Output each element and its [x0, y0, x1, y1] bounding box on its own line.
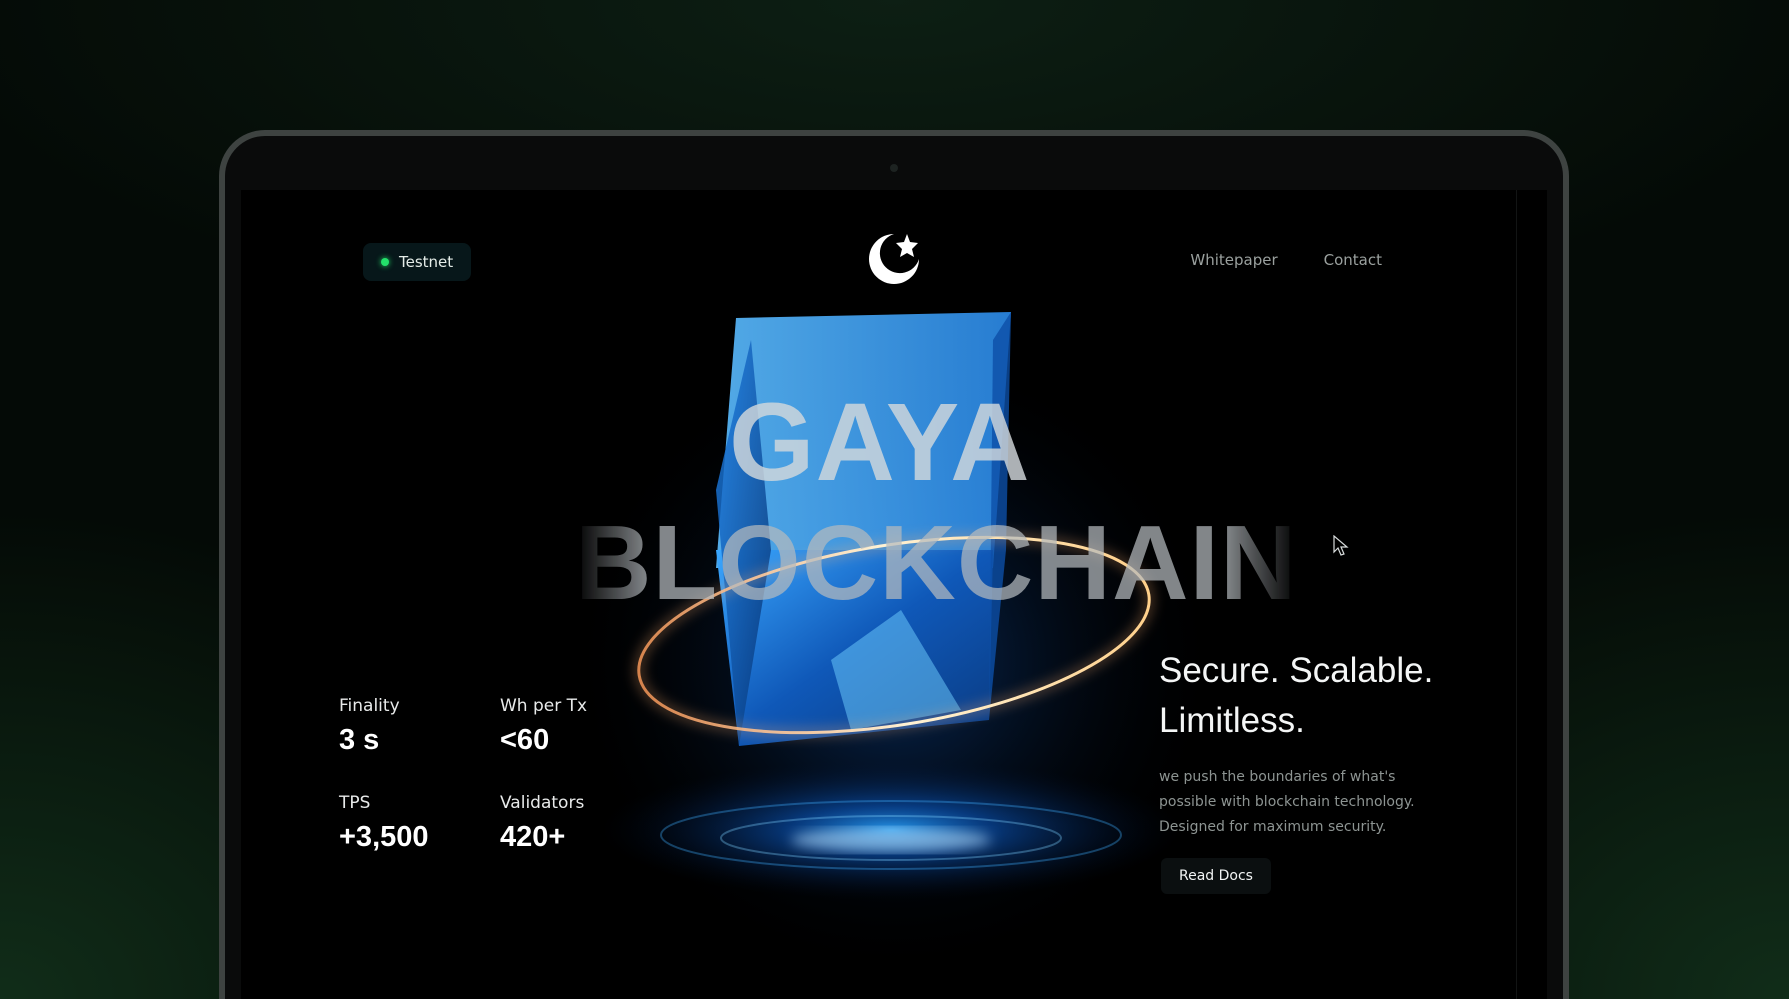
- stat-wh-per-tx: Wh per Tx <60: [500, 696, 587, 757]
- stat-value: <60: [500, 724, 550, 756]
- main-nav: Whitepaper Contact: [1190, 251, 1382, 269]
- screen-edge: [1516, 190, 1517, 999]
- status-dot-icon: [381, 258, 389, 266]
- tagline-description: we push the boundaries of what's possibl…: [1159, 769, 1415, 835]
- stat-value: +3,500: [339, 821, 429, 853]
- stat-validators: Validators 420+: [500, 793, 584, 854]
- nav-contact-link[interactable]: Contact: [1324, 251, 1382, 269]
- mouse-cursor-icon: [1333, 535, 1349, 556]
- webcam-icon: [890, 164, 898, 172]
- stat-label: Finality: [339, 696, 400, 716]
- stat-finality: Finality 3 s: [339, 696, 400, 757]
- crescent-star-logo-icon[interactable]: [863, 228, 925, 290]
- stat-label: Validators: [500, 793, 585, 813]
- testnet-badge[interactable]: Testnet: [363, 243, 472, 281]
- stat-tps: TPS +3,500: [339, 793, 429, 854]
- stat-label: Wh per Tx: [500, 696, 588, 716]
- hero-title-line1: GAYA: [729, 381, 1031, 504]
- stat-label: TPS: [339, 793, 371, 813]
- laptop-frame: GAYA BLOCKCHAIN Testnet Whitepaper Conta…: [219, 130, 1569, 999]
- testnet-label: Testnet: [399, 253, 454, 271]
- stat-value: 420+: [500, 821, 566, 853]
- stat-value: 3 s: [339, 724, 380, 756]
- website-screen: GAYA BLOCKCHAIN Testnet Whitepaper Conta…: [241, 190, 1547, 999]
- hero-title-line2: BLOCKCHAIN: [575, 504, 1298, 622]
- read-docs-button[interactable]: Read Docs: [1161, 858, 1271, 894]
- nav-whitepaper-link[interactable]: Whitepaper: [1190, 251, 1277, 269]
- tagline-heading: Secure. Scalable. Limitless.: [1159, 651, 1434, 740]
